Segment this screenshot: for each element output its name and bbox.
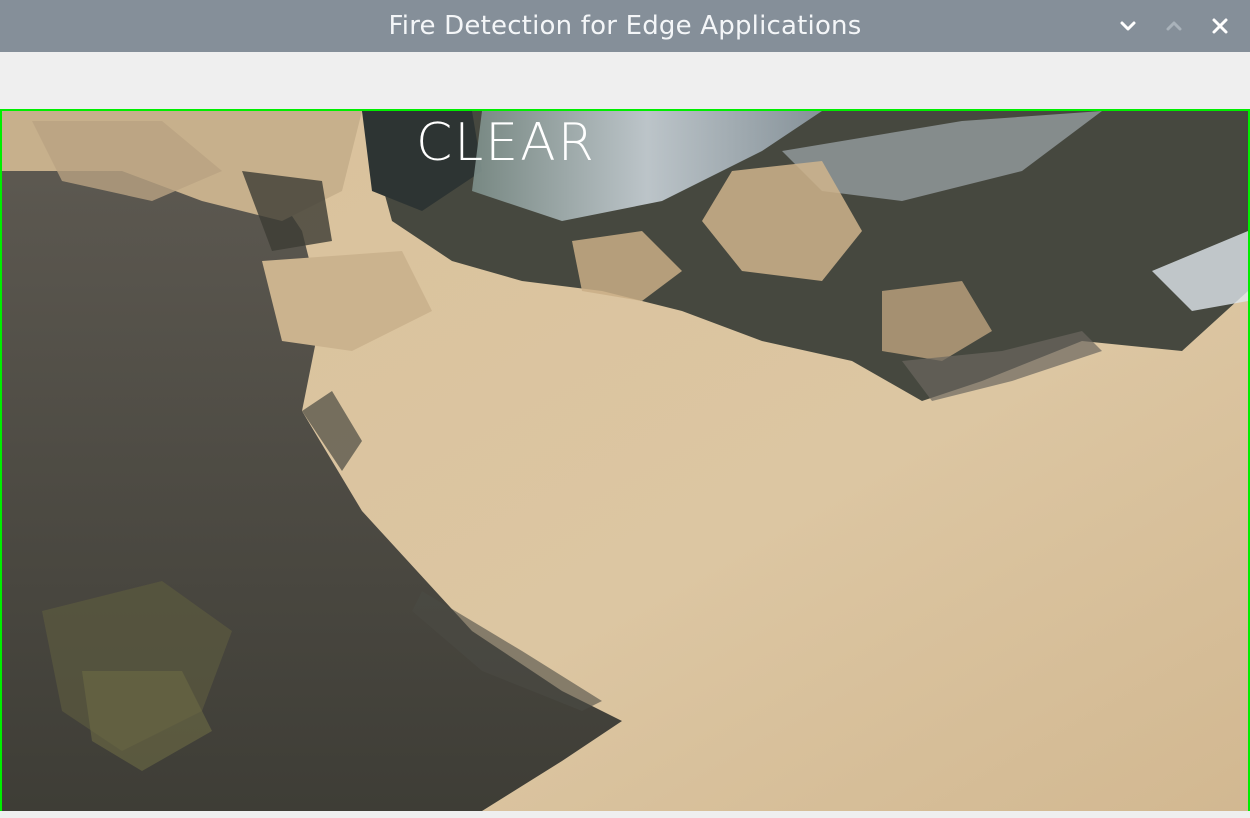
video-frame: CLEAR [0,109,1250,813]
chevron-up-icon [1166,21,1182,31]
minimize-button[interactable] [1114,12,1142,40]
window-title: Fire Detection for Edge Applications [388,11,862,41]
detection-status-label: CLEAR [416,113,596,173]
close-button[interactable] [1206,12,1234,40]
chevron-down-icon [1120,21,1136,31]
window-titlebar[interactable]: Fire Detection for Edge Applications [0,0,1250,52]
maximize-button[interactable] [1160,12,1188,40]
window-bottom-strip [0,811,1250,818]
toolbar-area [0,52,1250,110]
window-controls [1114,0,1234,52]
aerial-video-image [2,111,1248,811]
close-icon [1212,18,1228,34]
